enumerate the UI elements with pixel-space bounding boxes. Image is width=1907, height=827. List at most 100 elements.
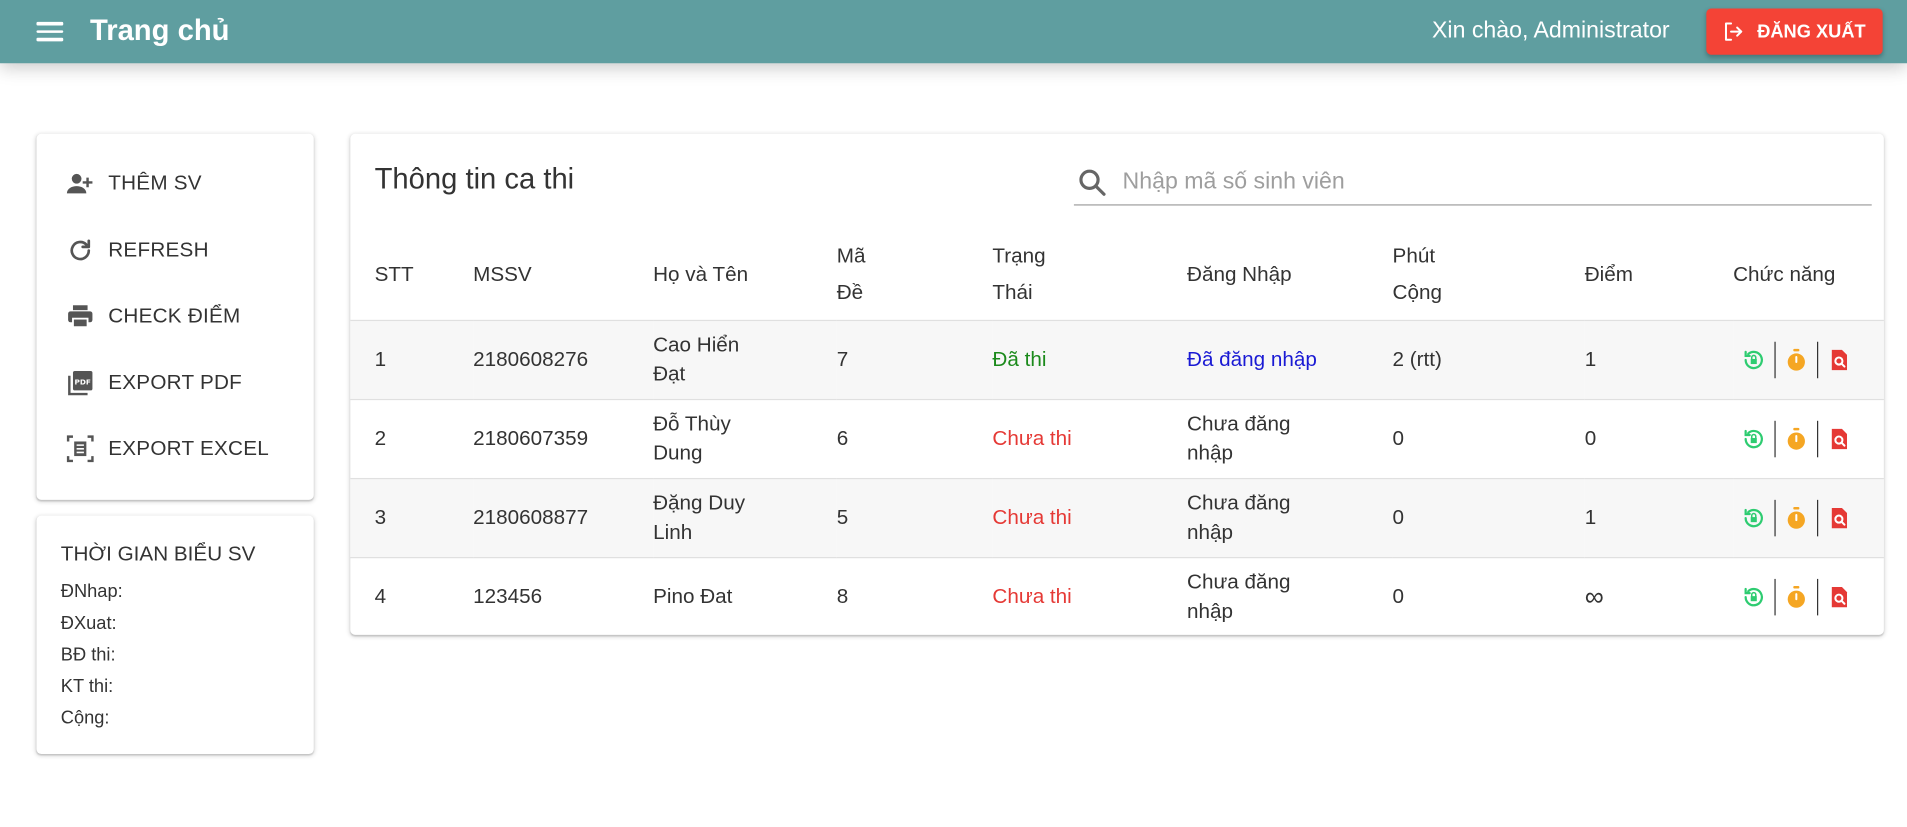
- header-login: Đăng Nhập: [1187, 263, 1292, 287]
- schedule-login-time: ĐNhap:: [60, 581, 123, 603]
- cell-login: Chưa đăng nhập: [1187, 398, 1393, 478]
- greeting-text: Xin chào, Administrator: [1432, 18, 1670, 44]
- search-document-icon: [1831, 349, 1848, 370]
- header-actions: Chức năng: [1733, 263, 1836, 287]
- cell-stt: 4: [350, 556, 474, 637]
- add-time-button[interactable]: [1776, 577, 1817, 616]
- schedule-card: THỜI GIAN BIỂU SV ĐNhap: ĐXuat: BĐ thi: …: [36, 515, 314, 755]
- cell-score: 1: [1584, 319, 1734, 399]
- export-pdf-label: EXPORT PDF: [108, 370, 243, 394]
- add-user-icon: [66, 169, 95, 198]
- header-exam-code: Mã Đề: [836, 244, 866, 305]
- cell-mssv: 2180608276: [473, 319, 654, 399]
- side-menu: THÊM SV REFRESH CHECK ĐIỂM PDF EXPORT PD…: [36, 133, 314, 500]
- cell-name: Đỗ Thùy Dung: [653, 398, 837, 478]
- refresh-label: REFRESH: [108, 238, 209, 262]
- search-document-icon: [1831, 507, 1848, 528]
- exam-session-card: Thông tin ca thi STT MSSV Họ và Tên MãĐề…: [350, 133, 1884, 637]
- search-bar: [1073, 161, 1872, 206]
- search-input[interactable]: [1122, 169, 1853, 196]
- reset-lock-icon: [1744, 350, 1763, 369]
- cell-actions: [1733, 319, 1884, 399]
- logout-icon: [1724, 22, 1742, 41]
- table-row: 4 123456 Pino Đat 8 Chưa thi Chưa đăng nh…: [350, 556, 1884, 637]
- schedule-logout-time: ĐXuat:: [60, 612, 117, 634]
- cell-mssv: 123456: [473, 556, 654, 637]
- app-bar: Trang chủ Xin chào, Administrator ĐĂNG X…: [0, 0, 1907, 64]
- cell-exam-code: 6: [836, 398, 993, 478]
- add-student-label: THÊM SV: [108, 171, 202, 195]
- add-time-button[interactable]: [1776, 419, 1817, 458]
- svg-text:PDF: PDF: [75, 377, 91, 386]
- cell-status: Chưa thi: [992, 398, 1188, 478]
- page-title: Trang chủ: [89, 14, 230, 48]
- cell-name: Pino Đat: [653, 556, 837, 637]
- cell-login: Đã đăng nhập: [1187, 319, 1393, 399]
- refresh-icon: [66, 236, 95, 265]
- add-student-button[interactable]: THÊM SV: [36, 151, 313, 217]
- cell-mssv: 2180607359: [473, 398, 654, 478]
- table-row: 3 2180608877 Đặng Duy Linh 5 Chưa thi Chư…: [350, 477, 1884, 558]
- view-result-button[interactable]: [1818, 577, 1859, 616]
- cell-score: 0: [1584, 398, 1734, 478]
- cell-status: Chưa thi: [992, 556, 1188, 637]
- logout-button[interactable]: ĐĂNG XUẤT: [1706, 8, 1883, 55]
- check-score-button[interactable]: CHECK ĐIỂM: [36, 283, 313, 349]
- cell-login: Chưa đăng nhập: [1187, 556, 1393, 637]
- search-document-icon: [1831, 428, 1848, 449]
- schedule-title: THỜI GIAN BIỂU SV: [60, 542, 256, 566]
- cell-extra-minutes: 0: [1392, 477, 1585, 558]
- reset-login-button[interactable]: [1733, 340, 1774, 379]
- cell-exam-code: 7: [836, 319, 993, 399]
- view-result-button[interactable]: [1818, 340, 1859, 379]
- header-name: Họ và Tên: [653, 263, 749, 287]
- view-result-button[interactable]: [1818, 419, 1859, 458]
- cell-mssv: 2180608877: [473, 477, 654, 558]
- check-score-label: CHECK ĐIỂM: [108, 304, 241, 328]
- export-pdf-button[interactable]: PDF EXPORT PDF: [36, 350, 313, 416]
- table-row: 1 2180608276 Cao Hiển Đạt 7 Đã thi Đã đăn…: [350, 319, 1884, 399]
- table-header-row: STT MSSV Họ và Tên Mã Đề Trạng Thái Đăng N…: [350, 231, 1884, 320]
- exam-session-title: Thông tin ca thi: [374, 162, 575, 196]
- export-excel-button[interactable]: EXPORT EXCEL: [36, 416, 313, 482]
- view-result-button[interactable]: [1818, 498, 1859, 537]
- export-excel-label: EXPORT EXCEL: [108, 436, 269, 461]
- excel-icon: [66, 434, 95, 463]
- logout-label: ĐĂNG XUẤT: [1757, 21, 1866, 42]
- cell-score: 1: [1584, 477, 1734, 558]
- reset-lock-icon: [1744, 429, 1763, 448]
- timer-icon: [1787, 506, 1805, 529]
- printer-icon: [66, 302, 95, 331]
- cell-extra-minutes: 2 (rtt): [1392, 319, 1585, 399]
- reset-login-button[interactable]: [1733, 577, 1774, 616]
- cell-name: Đặng Duy Linh: [653, 477, 837, 558]
- refresh-button[interactable]: REFRESH: [36, 217, 313, 283]
- timer-icon: [1787, 348, 1805, 371]
- cell-stt: 1: [350, 319, 474, 399]
- timer-icon: [1787, 585, 1805, 608]
- timer-icon: [1787, 427, 1805, 450]
- cell-status: Đã thi: [992, 319, 1188, 399]
- search-icon: [1079, 169, 1106, 196]
- cell-score: ∞: [1584, 556, 1734, 637]
- cell-exam-code: 5: [836, 477, 993, 558]
- reset-lock-icon: [1744, 587, 1763, 607]
- student-table: STT MSSV Họ và Tên Mã Đề Trạng Thái Đăng N…: [350, 231, 1884, 637]
- menu-icon[interactable]: [36, 15, 70, 49]
- pdf-icon: PDF: [66, 368, 95, 397]
- header-score: Điểm: [1584, 263, 1633, 287]
- add-time-button[interactable]: [1776, 498, 1817, 537]
- cell-extra-minutes: 0: [1392, 398, 1585, 478]
- cell-name: Cao Hiển Đạt: [653, 319, 837, 399]
- cell-extra-minutes: 0: [1392, 556, 1585, 637]
- header-status: Trạng Thái: [992, 244, 1046, 305]
- cell-stt: 2: [350, 398, 474, 478]
- search-document-icon: [1831, 586, 1848, 607]
- cell-stt: 3: [350, 477, 474, 558]
- reset-login-button[interactable]: [1733, 419, 1774, 458]
- cell-exam-code: 8: [836, 556, 993, 637]
- cell-login: Chưa đăng nhập: [1187, 477, 1393, 558]
- add-time-button[interactable]: [1776, 340, 1817, 379]
- schedule-exam-start: BĐ thi:: [60, 644, 116, 666]
- reset-login-button[interactable]: [1733, 498, 1774, 537]
